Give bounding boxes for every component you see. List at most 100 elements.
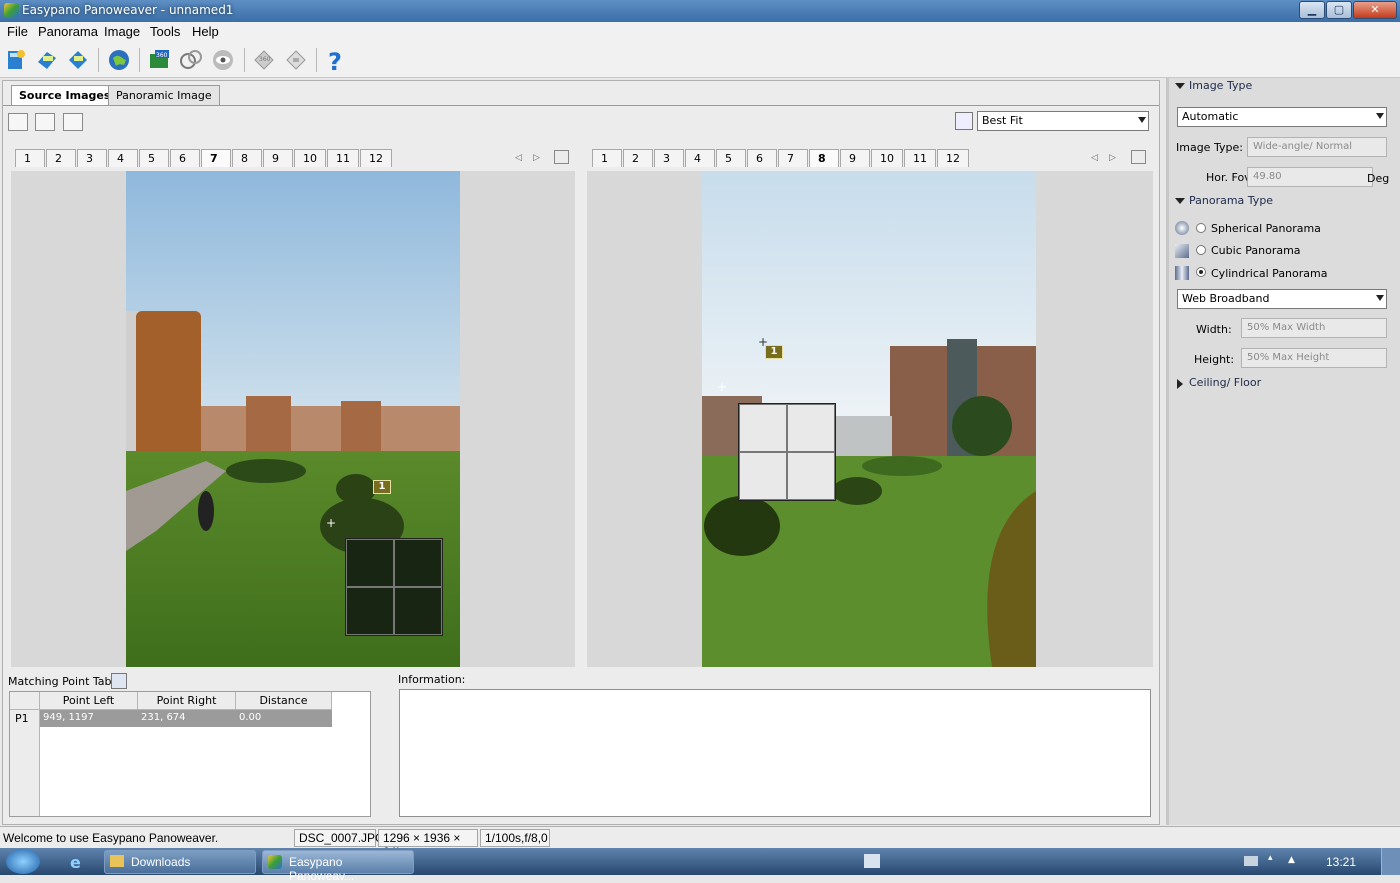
image-type-select[interactable]: Wide-angle/ Normal: [1247, 137, 1387, 157]
taskbar-downloads[interactable]: Downloads: [104, 850, 256, 874]
new-project-icon[interactable]: [2, 46, 30, 74]
left-zoom-window[interactable]: [345, 538, 443, 636]
taskbar-app-label: Easypano Panoweav...: [289, 855, 355, 883]
edit-view-icon[interactable]: [63, 113, 83, 131]
show-hidden-icons[interactable]: ▲: [1288, 855, 1295, 865]
col-point-right[interactable]: Point Right: [138, 692, 236, 710]
left-tab-7[interactable]: 7: [201, 149, 231, 167]
show-desktop-button[interactable]: [1381, 848, 1400, 875]
single-view-icon[interactable]: [35, 113, 55, 131]
height-input[interactable]: 50% Max Height: [1241, 348, 1387, 368]
left-tab-8[interactable]: 8: [232, 149, 262, 167]
grid-view-icon[interactable]: [8, 113, 28, 131]
menu-help[interactable]: Help: [192, 24, 219, 39]
information-box[interactable]: [399, 689, 1151, 817]
left-tab-10[interactable]: 10: [294, 149, 326, 167]
left-tab-4[interactable]: 4: [108, 149, 138, 167]
network-icon[interactable]: [1244, 856, 1258, 866]
col-point-left[interactable]: Point Left: [40, 692, 138, 710]
open-project-icon[interactable]: [33, 46, 61, 74]
cell-distance[interactable]: 0.00: [236, 710, 332, 727]
right-menu-icon[interactable]: [1131, 150, 1146, 164]
left-match-marker[interactable]: 1: [373, 480, 391, 494]
svg-text:360: 360: [156, 52, 168, 59]
image-type-header[interactable]: Image Type: [1169, 79, 1400, 95]
right-next-icon[interactable]: ▷: [1109, 153, 1116, 163]
cell-point-left[interactable]: 949, 1197: [40, 710, 138, 727]
help-icon[interactable]: ?: [322, 46, 350, 74]
cylindrical-label[interactable]: Cylindrical Panorama: [1211, 267, 1327, 280]
left-tab-1[interactable]: 1: [15, 149, 45, 167]
window-title: Easypano Panoweaver - unnamed1: [22, 3, 234, 17]
left-tab-11[interactable]: 11: [327, 149, 359, 167]
delete-point-icon[interactable]: [111, 673, 127, 689]
minimize-button[interactable]: ▁: [1299, 1, 1325, 19]
expand-icon: [1177, 379, 1183, 389]
tab-panoramic-image[interactable]: Panoramic Image: [108, 85, 220, 105]
menu-panorama[interactable]: Panorama: [38, 24, 98, 39]
taskbar-panoweaver[interactable]: Easypano Panoweav...: [262, 850, 414, 883]
left-tab-3[interactable]: 3: [77, 149, 107, 167]
right-tab-4[interactable]: 4: [685, 149, 715, 167]
left-prev-icon[interactable]: ◁: [515, 153, 522, 163]
col-distance[interactable]: Distance: [236, 692, 332, 710]
right-prev-icon[interactable]: ◁: [1091, 153, 1098, 163]
right-tab-5[interactable]: 5: [716, 149, 746, 167]
left-tab-5[interactable]: 5: [139, 149, 169, 167]
image-mode-select[interactable]: Automatic: [1177, 107, 1387, 127]
left-crosshair-icon: +: [326, 516, 337, 530]
radio-spherical[interactable]: [1196, 223, 1206, 233]
spherical-label[interactable]: Spherical Panorama: [1211, 222, 1321, 235]
ie-icon[interactable]: e: [70, 853, 88, 872]
left-tab-12[interactable]: 12: [360, 149, 392, 167]
left-tab-6[interactable]: 6: [170, 149, 200, 167]
close-button[interactable]: ✕: [1353, 1, 1397, 19]
output-size-select[interactable]: Web Broadband: [1177, 289, 1387, 309]
start-button[interactable]: [6, 849, 40, 874]
match-points-icon[interactable]: [177, 46, 205, 74]
row-id[interactable]: P1: [15, 712, 29, 725]
menu-tools[interactable]: Tools: [150, 24, 180, 39]
toolbar-separator: [139, 48, 140, 72]
stitch-icon[interactable]: [105, 46, 133, 74]
notification-icon[interactable]: [864, 854, 880, 868]
right-tab-6[interactable]: 6: [747, 149, 777, 167]
radio-cubic[interactable]: [1196, 245, 1206, 255]
fov-unit-label: Deg: [1367, 172, 1390, 185]
right-image-panel[interactable]: 1 + +: [587, 171, 1153, 667]
right-zoom-window[interactable]: [738, 403, 836, 501]
left-tab-2[interactable]: 2: [46, 149, 76, 167]
right-tab-1[interactable]: 1: [592, 149, 622, 167]
save-project-icon[interactable]: [64, 46, 92, 74]
cell-point-right[interactable]: 231, 674: [138, 710, 236, 727]
menu-file[interactable]: File: [7, 24, 28, 39]
fit-select[interactable]: Best Fit: [977, 111, 1149, 131]
blend-icon[interactable]: [282, 46, 310, 74]
left-tab-9[interactable]: 9: [263, 149, 293, 167]
right-tab-10[interactable]: 10: [871, 149, 903, 167]
menu-image[interactable]: Image: [104, 24, 140, 39]
panorama-type-header[interactable]: Panorama Type: [1169, 194, 1400, 210]
right-tab-7[interactable]: 7: [778, 149, 808, 167]
volume-icon[interactable]: ▴: [1268, 853, 1278, 869]
right-tab-2[interactable]: 2: [623, 149, 653, 167]
left-menu-icon[interactable]: [554, 150, 569, 164]
publish-360-icon[interactable]: 360: [145, 46, 173, 74]
right-tab-9[interactable]: 9: [840, 149, 870, 167]
radio-cylindrical[interactable]: [1196, 267, 1206, 277]
hotspot-icon[interactable]: 360: [250, 46, 278, 74]
ceiling-floor-header[interactable]: Ceiling/ Floor: [1169, 376, 1400, 392]
left-image-panel[interactable]: 1 +: [11, 171, 575, 667]
left-next-icon[interactable]: ▷: [533, 153, 540, 163]
right-tab-8[interactable]: 8: [809, 149, 839, 167]
right-tab-3[interactable]: 3: [654, 149, 684, 167]
right-tab-11[interactable]: 11: [904, 149, 936, 167]
width-input[interactable]: 50% Max Width: [1241, 318, 1387, 338]
fit-icon[interactable]: [955, 112, 973, 130]
cubic-label[interactable]: Cubic Panorama: [1211, 244, 1301, 257]
tab-source-images[interactable]: Source Images: [11, 85, 119, 105]
right-tab-12[interactable]: 12: [937, 149, 969, 167]
hor-fov-input[interactable]: 49.80: [1247, 167, 1373, 187]
preview-icon[interactable]: [209, 46, 237, 74]
maximize-button[interactable]: ▢: [1326, 1, 1352, 19]
